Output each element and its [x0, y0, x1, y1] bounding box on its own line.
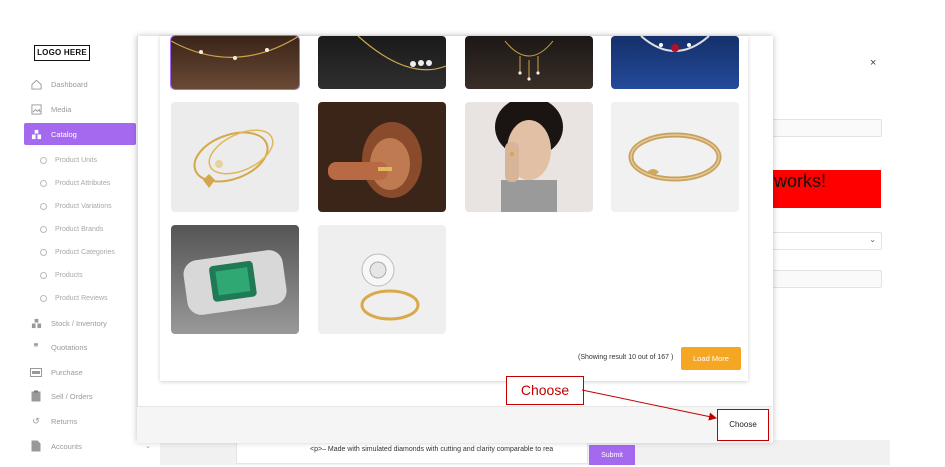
bullet-icon [40, 180, 47, 187]
image-icon [30, 103, 42, 115]
necklace-image [357, 36, 446, 71]
purchase-icon [30, 366, 42, 378]
woman-portrait-image [495, 102, 563, 212]
annotation-callout: Choose [506, 376, 584, 405]
modal-footer [137, 406, 772, 443]
sidebar-item-label: Media [51, 104, 72, 114]
catalog-icon [30, 128, 42, 140]
sidebar-item-label: Accounts [51, 441, 82, 451]
sidebar-item-accounts[interactable]: Accounts ⌄ [24, 435, 151, 457]
background-select[interactable]: ⌄ [770, 232, 882, 250]
sidebar-item-stock[interactable]: Stock / Inventory [24, 312, 136, 334]
document-icon [30, 440, 42, 452]
sidebar-subitem-label: Product Attributes [55, 180, 111, 187]
sidebar-subitem-product-categories[interactable]: Product Categories [40, 249, 115, 256]
choose-button[interactable]: Choose [717, 409, 769, 441]
bullet-icon [40, 295, 47, 302]
red-banner-text: works! [774, 171, 827, 191]
sidebar-item-purchase[interactable]: Purchase [24, 361, 136, 383]
sidebar-item-sell-orders[interactable]: Sell / Orders [24, 385, 136, 407]
diamond-ring-image [360, 253, 420, 321]
emerald-ring-image [183, 250, 287, 315]
sidebar-item-quotations[interactable]: ❞ Quotations [24, 336, 136, 358]
sidebar-subitem-label: Product Categories [55, 249, 115, 256]
clipboard-icon [30, 390, 42, 402]
stock-icon [30, 317, 42, 329]
sidebar-item-media[interactable]: Media [24, 98, 136, 120]
sidebar-subitem-product-units[interactable]: Product Units [40, 157, 97, 164]
red-banner: works! [768, 170, 881, 208]
media-thumbnail[interactable] [318, 36, 446, 89]
sidebar-subitem-label: Product Brands [55, 226, 104, 233]
sidebar-item-label: Purchase [51, 367, 83, 377]
close-icon[interactable]: × [870, 57, 876, 69]
media-thumbnail[interactable] [611, 36, 739, 89]
woman-portrait-image [328, 122, 422, 198]
quote-icon: ❞ [33, 341, 39, 352]
result-count-text: (Showing result 10 out of 167 ) [578, 354, 674, 361]
bullet-icon [40, 226, 47, 233]
sidebar-subitem-label: Product Reviews [55, 295, 108, 302]
bracelet-image [193, 129, 274, 188]
media-thumbnail[interactable] [170, 35, 300, 90]
bullet-icon [40, 157, 47, 164]
sidebar-subitem-products[interactable]: Products [40, 272, 83, 279]
bullet-icon [40, 249, 47, 256]
sidebar-item-label: Dashboard [51, 79, 88, 89]
undo-icon: ↺ [32, 415, 40, 426]
sidebar-subitem-product-attributes[interactable]: Product Attributes [40, 180, 110, 187]
chevron-down-icon: ⌄ [145, 443, 151, 450]
media-thumbnail[interactable] [318, 102, 446, 212]
media-thumbnail[interactable] [318, 225, 446, 334]
sidebar-subitem-label: Product Variations [55, 203, 112, 210]
sidebar-subitem-product-reviews[interactable]: Product Reviews [40, 295, 108, 302]
bullet-icon [40, 203, 47, 210]
submit-button[interactable]: Submit [589, 445, 635, 465]
media-thumbnail[interactable] [171, 102, 299, 212]
sidebar-item-returns[interactable]: ↺ Returns [24, 410, 136, 432]
sidebar-item-label: Quotations [51, 342, 88, 352]
logo: LOGO HERE [34, 45, 90, 61]
bracelet-image [628, 132, 722, 182]
necklace-image [640, 36, 710, 52]
background-input[interactable] [770, 119, 882, 137]
sidebar-subitem-product-brands[interactable]: Product Brands [40, 226, 103, 233]
sidebar-item-label: Sell / Orders [51, 391, 93, 401]
media-thumbnail[interactable] [465, 102, 593, 212]
media-thumbnail[interactable] [171, 225, 299, 334]
bullet-icon [40, 272, 47, 279]
sidebar-subitem-label: Product Units [55, 157, 98, 164]
chevron-down-icon: ⌄ [869, 235, 876, 244]
sidebar-subitem-product-variations[interactable]: Product Variations [40, 203, 112, 210]
sidebar-subitem-label: Products [55, 272, 83, 279]
media-thumbnail[interactable] [465, 36, 593, 89]
sidebar-item-catalog[interactable]: Catalog [24, 123, 136, 145]
description-text: <p>– Made with simulated diamonds with c… [310, 446, 554, 453]
necklace-image [171, 36, 299, 60]
sidebar-item-label: Stock / Inventory [51, 318, 107, 328]
sidebar-item-dashboard[interactable]: Dashboard [24, 73, 136, 95]
load-more-button[interactable]: Load More [681, 347, 741, 370]
sidebar-item-label: Returns [51, 416, 78, 426]
background-input[interactable] [770, 270, 882, 288]
home-icon [30, 78, 42, 90]
necklace-image [504, 40, 554, 81]
media-thumbnail[interactable] [611, 102, 739, 212]
sidebar-item-label: Catalog [51, 129, 77, 139]
